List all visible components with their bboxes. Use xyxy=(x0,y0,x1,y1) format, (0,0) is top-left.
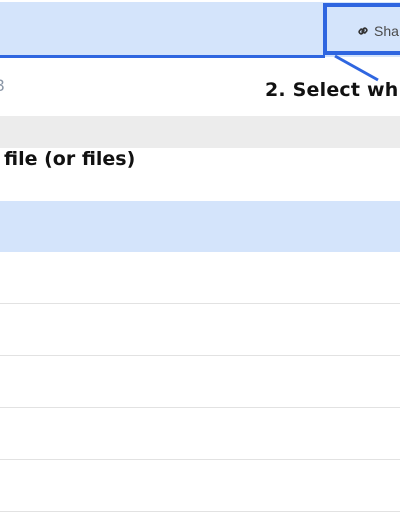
list-item[interactable] xyxy=(0,252,400,304)
selected-row[interactable] xyxy=(0,201,400,252)
section-header xyxy=(0,116,400,148)
list-item[interactable] xyxy=(0,460,400,512)
callout-arrow xyxy=(334,54,379,82)
breadcrumb-fragment: 3 xyxy=(0,76,4,96)
callout-step-1: file (or files) xyxy=(4,148,136,170)
list-item[interactable] xyxy=(0,304,400,356)
list-item[interactable] xyxy=(0,408,400,460)
callout-step-2: 2. Select wh xyxy=(265,79,399,101)
list-item[interactable] xyxy=(0,356,400,408)
